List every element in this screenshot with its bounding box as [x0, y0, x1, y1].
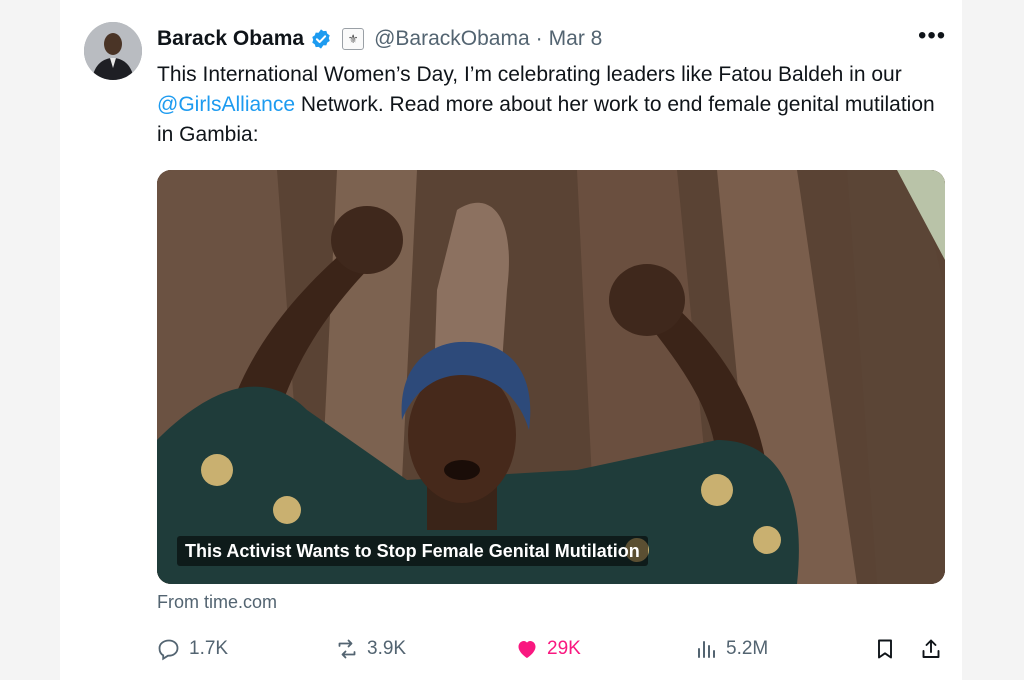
tweet-date[interactable]: Mar 8 — [549, 27, 603, 51]
link-card-media[interactable]: This Activist Wants to Stop Female Genit… — [157, 170, 945, 584]
government-seal-icon: ⚜ — [342, 28, 365, 50]
author-avatar[interactable] — [84, 22, 142, 80]
tweet-header: Barack Obama ⚜ @BarackObama · Mar 8 — [157, 24, 602, 54]
tweet-text-part-1: This International Women’s Day, I’m cele… — [157, 63, 902, 86]
reply-button[interactable]: 1.7K — [157, 632, 228, 666]
share-icon — [922, 639, 940, 658]
heart-icon — [518, 641, 536, 658]
bookmark-icon — [878, 639, 892, 659]
author-name[interactable]: Barack Obama — [157, 27, 304, 51]
share-button[interactable] — [919, 632, 943, 666]
header-separator: · — [535, 27, 543, 50]
views-button[interactable]: 5.2M — [694, 632, 768, 666]
views-icon — [698, 641, 715, 658]
views-count: 5.2M — [726, 638, 769, 659]
repost-icon — [338, 639, 356, 659]
reply-icon — [158, 639, 179, 661]
activist-photo — [157, 170, 945, 584]
author-handle[interactable]: @BarackObama — [374, 27, 530, 51]
like-button[interactable]: 29K — [515, 632, 581, 666]
repost-button[interactable]: 3.9K — [335, 632, 406, 666]
repost-count: 3.9K — [367, 638, 407, 659]
tweet-actions: 1.7K 3.9K 29K 5.2M — [157, 632, 947, 666]
media-caption: This Activist Wants to Stop Female Genit… — [177, 536, 648, 566]
bookmark-button[interactable] — [873, 632, 897, 666]
reply-count: 1.7K — [189, 638, 229, 659]
more-options-icon[interactable]: ••• — [918, 24, 946, 48]
link-source[interactable]: From time.com — [157, 592, 277, 613]
like-count: 29K — [547, 638, 581, 659]
avatar-image — [84, 22, 142, 80]
mention-link[interactable]: @GirlsAlliance — [157, 93, 295, 116]
verified-badge-icon — [312, 29, 330, 49]
tweet-text: This International Women’s Day, I’m cele… — [157, 60, 947, 150]
